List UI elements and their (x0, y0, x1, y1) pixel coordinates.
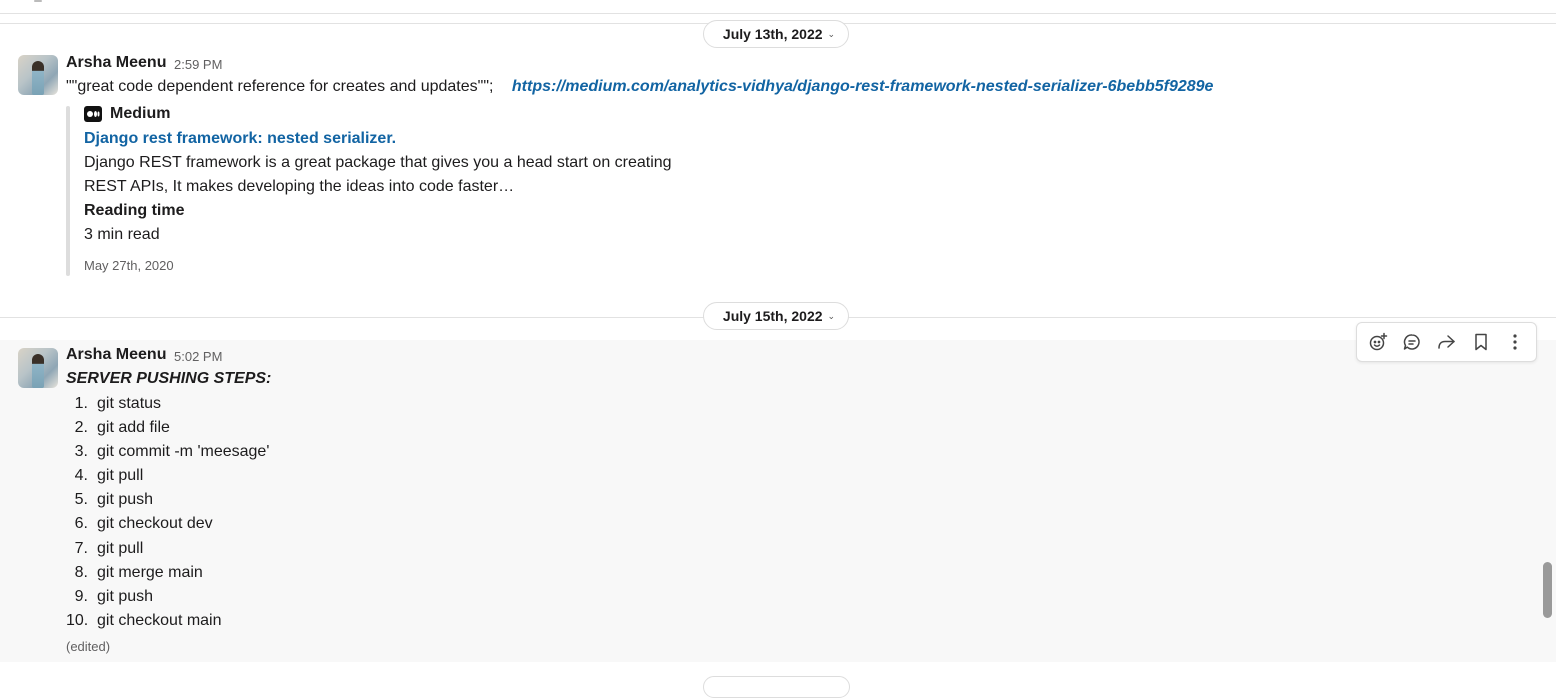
add-reaction-icon[interactable] (1363, 327, 1393, 357)
top-scroll-marker (34, 0, 42, 2)
attachment-source[interactable]: Medium (84, 105, 170, 123)
avatar[interactable] (18, 348, 58, 388)
list-item: 4. git pull (74, 467, 144, 485)
list-item: 7. git pull (74, 539, 144, 557)
author-name[interactable]: Arsha Meenu (66, 346, 166, 364)
list-item: 2. git add file (74, 419, 170, 437)
message-heading: SERVER PUSHING STEPS: (66, 370, 272, 387)
message-timestamp[interactable]: 5:02 PM (174, 349, 222, 364)
list-item: 9. git push (74, 587, 154, 605)
date-divider-july-15[interactable]: July 15th, 2022 ⌄ (703, 302, 849, 330)
date-divider-next[interactable] (703, 676, 850, 698)
more-actions-icon[interactable] (1500, 327, 1530, 357)
list-item: 8. git merge main (74, 563, 203, 581)
chevron-down-icon: ⌄ (827, 28, 836, 39)
attachment-description-1: Django REST framework is a great package… (84, 154, 672, 171)
author-name[interactable]: Arsha Meenu (66, 54, 166, 72)
date-label: July 13th, 2022 (722, 26, 823, 42)
medium-link[interactable]: https://medium.com/analytics-vidhya/djan… (512, 78, 1214, 95)
medium-logo-icon (84, 106, 102, 122)
message-arsha-0713[interactable]: Arsha Meenu 2:59 PM ""great code depende… (0, 48, 1556, 280)
message-text: ""great code dependent reference for cre… (66, 78, 1213, 96)
scrollbar-thumb[interactable] (1543, 562, 1552, 618)
forward-icon[interactable] (1431, 327, 1461, 357)
list-item: 1. git status (74, 395, 162, 412)
attachment-date: May 27th, 2020 (84, 258, 174, 273)
date-divider-july-13[interactable]: July 13th, 2022 ⌄ (703, 20, 849, 48)
date-label: July 15th, 2022 (722, 308, 823, 324)
avatar[interactable] (18, 55, 58, 95)
top-divider (0, 13, 1556, 14)
edited-label: (edited) (66, 639, 111, 654)
list-item: 5. git push (74, 491, 154, 509)
reply-thread-icon[interactable] (1397, 327, 1427, 357)
attachment-source-label: Medium (110, 105, 171, 122)
list-item: 3. git commit -m 'meesage' (74, 443, 270, 461)
attachment-field-label: Reading time (84, 202, 185, 219)
attachment-title[interactable]: Django rest framework: nested serializer… (84, 130, 396, 148)
list-item: 6. git checkout dev (74, 515, 213, 533)
bookmark-icon[interactable] (1466, 327, 1496, 357)
message-actions-toolbar (1356, 322, 1537, 362)
list-item: 10. git checkout main (66, 611, 222, 629)
attachment-bar (66, 106, 70, 276)
steps-list: 1. git status 2. git add file 3. git commit… (66, 392, 269, 633)
chevron-down-icon: ⌄ (827, 310, 836, 321)
attachment-field-value: 3 min read (84, 226, 160, 243)
message-body: ""great code dependent reference for cre… (66, 78, 494, 95)
message-timestamp[interactable]: 2:59 PM (174, 57, 222, 72)
attachment-description-2: REST APIs, It makes developing the ideas… (84, 178, 515, 195)
